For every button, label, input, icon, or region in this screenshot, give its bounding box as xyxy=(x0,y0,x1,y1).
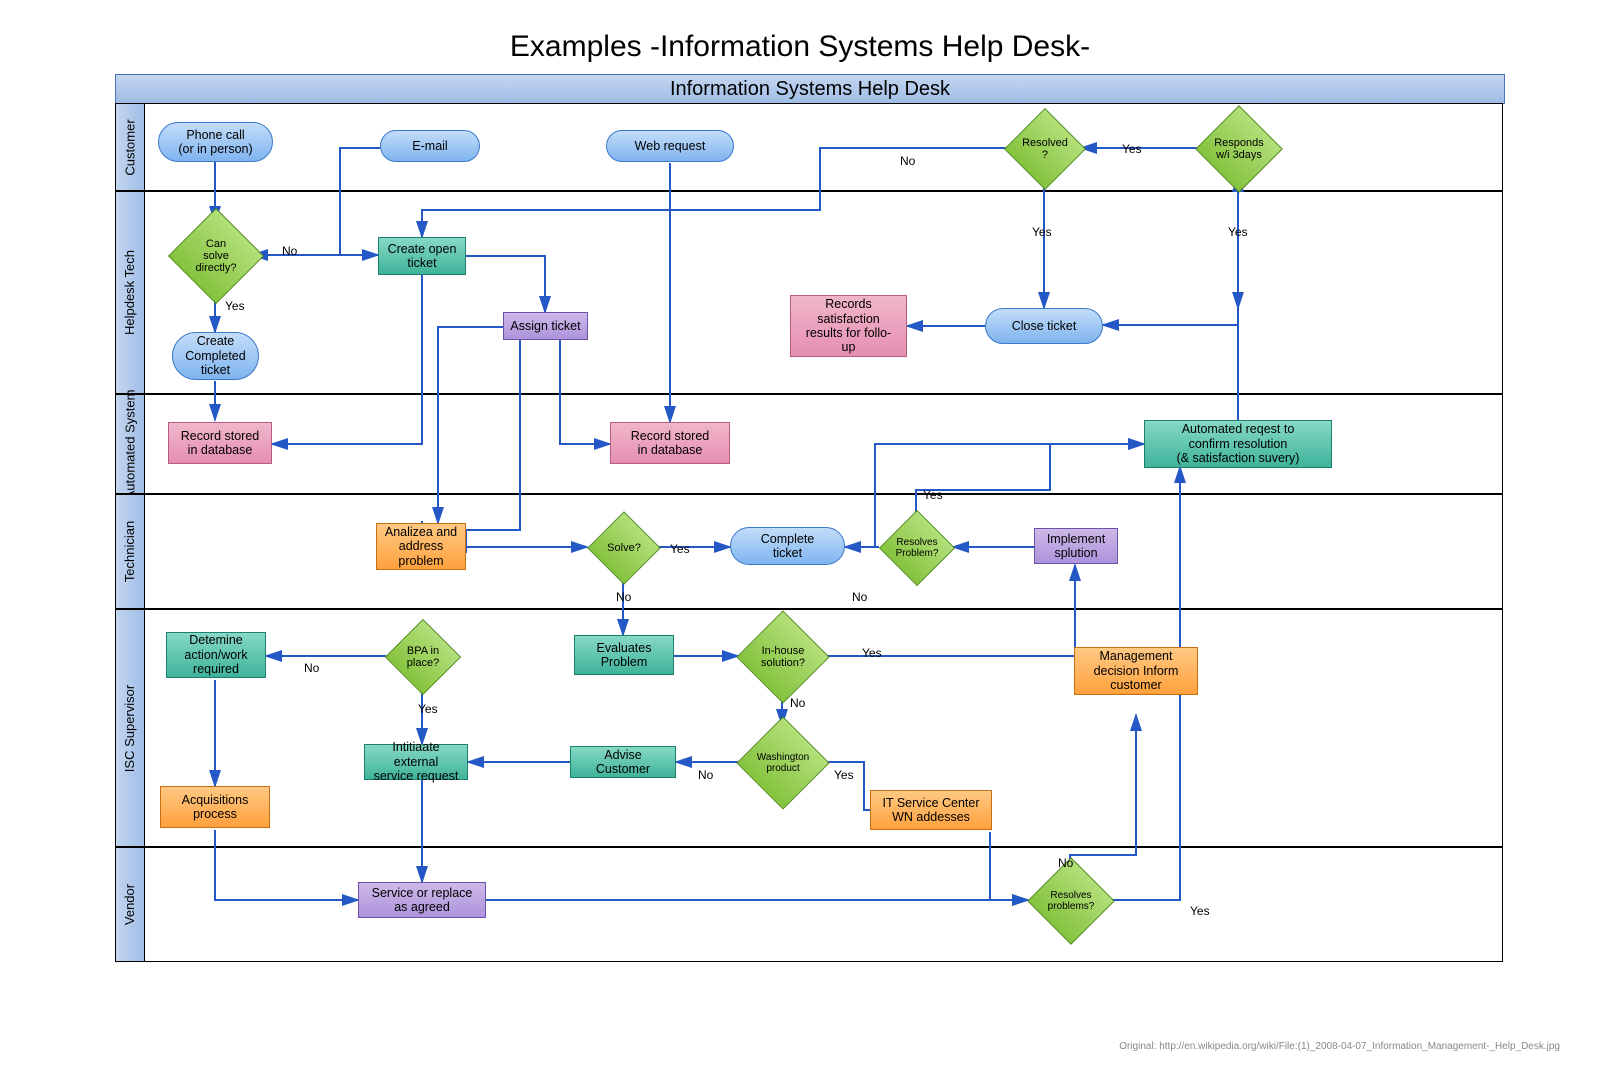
node-email: E-mail xyxy=(380,130,480,162)
node-complete-ticket: Completeticket xyxy=(730,527,845,565)
lane-vendor xyxy=(115,847,1503,962)
node-automated-request: Automated reqest toconfirm resolution(& … xyxy=(1144,420,1332,468)
lane-customer xyxy=(115,103,1503,191)
node-record-stored-2: Record storedin database xyxy=(610,422,730,464)
node-close-ticket: Close ticket xyxy=(985,308,1103,344)
node-create-completed-ticket: CreateCompletedticket xyxy=(172,332,259,380)
label-no-8: No xyxy=(1058,856,1073,870)
label-no-3: No xyxy=(616,590,631,604)
label-no-2: No xyxy=(900,154,915,168)
node-it-service-center: IT Service CenterWN addesses xyxy=(870,790,992,830)
node-records-satisfaction: Recordssatisfactionresults for follo-up xyxy=(790,295,907,357)
node-analyze-problem: Analizea andaddressproblem xyxy=(376,523,466,570)
node-record-stored-1: Record storedin database xyxy=(168,422,272,464)
label-yes-10: Yes xyxy=(1190,904,1210,918)
diagram-canvas: Examples -Information Systems Help Desk-… xyxy=(0,0,1600,1076)
label-yes-5: Yes xyxy=(670,542,690,556)
lane-helpdesk xyxy=(115,191,1503,394)
page-title: Examples -Information Systems Help Desk- xyxy=(0,30,1600,64)
label-no-1: No xyxy=(282,244,297,258)
label-no-7: No xyxy=(698,768,713,782)
node-implement-solution: Implementsplution xyxy=(1034,528,1118,564)
label-yes-4: Yes xyxy=(1228,225,1248,239)
node-create-open-ticket: Create openticket xyxy=(378,237,466,275)
node-service-replace: Service or replaceas agreed xyxy=(358,882,486,918)
node-determine-action: Detemineaction/workrequired xyxy=(166,632,266,678)
label-yes-8: Yes xyxy=(862,646,882,660)
label-yes-1: Yes xyxy=(225,299,245,313)
node-management-decision: Managementdecision Informcustomer xyxy=(1074,647,1198,695)
label-yes-7: Yes xyxy=(418,702,438,716)
label-yes-6: Yes xyxy=(923,488,943,502)
node-evaluates-problem: EvaluatesProblem xyxy=(574,635,674,675)
label-no-5: No xyxy=(304,661,319,675)
label-no-6: No xyxy=(790,696,805,710)
label-no-4: No xyxy=(852,590,867,604)
node-web-request: Web request xyxy=(606,130,734,162)
attribution-text: Original: http://en.wikipedia.org/wiki/F… xyxy=(1119,1041,1560,1052)
label-yes-9: Yes xyxy=(834,768,854,782)
node-advise-customer: AdviseCustomer xyxy=(570,746,676,778)
label-yes-2: Yes xyxy=(1122,142,1142,156)
pool-title: Information Systems Help Desk xyxy=(115,74,1505,104)
node-phone-call: Phone call(or in person) xyxy=(158,122,273,162)
node-initiate-request: Intitiaate externalservice request xyxy=(364,744,468,780)
node-assign-ticket: Assign ticket xyxy=(503,312,588,340)
label-yes-3: Yes xyxy=(1032,225,1052,239)
node-acquisitions: Acquisitionsprocess xyxy=(160,786,270,828)
